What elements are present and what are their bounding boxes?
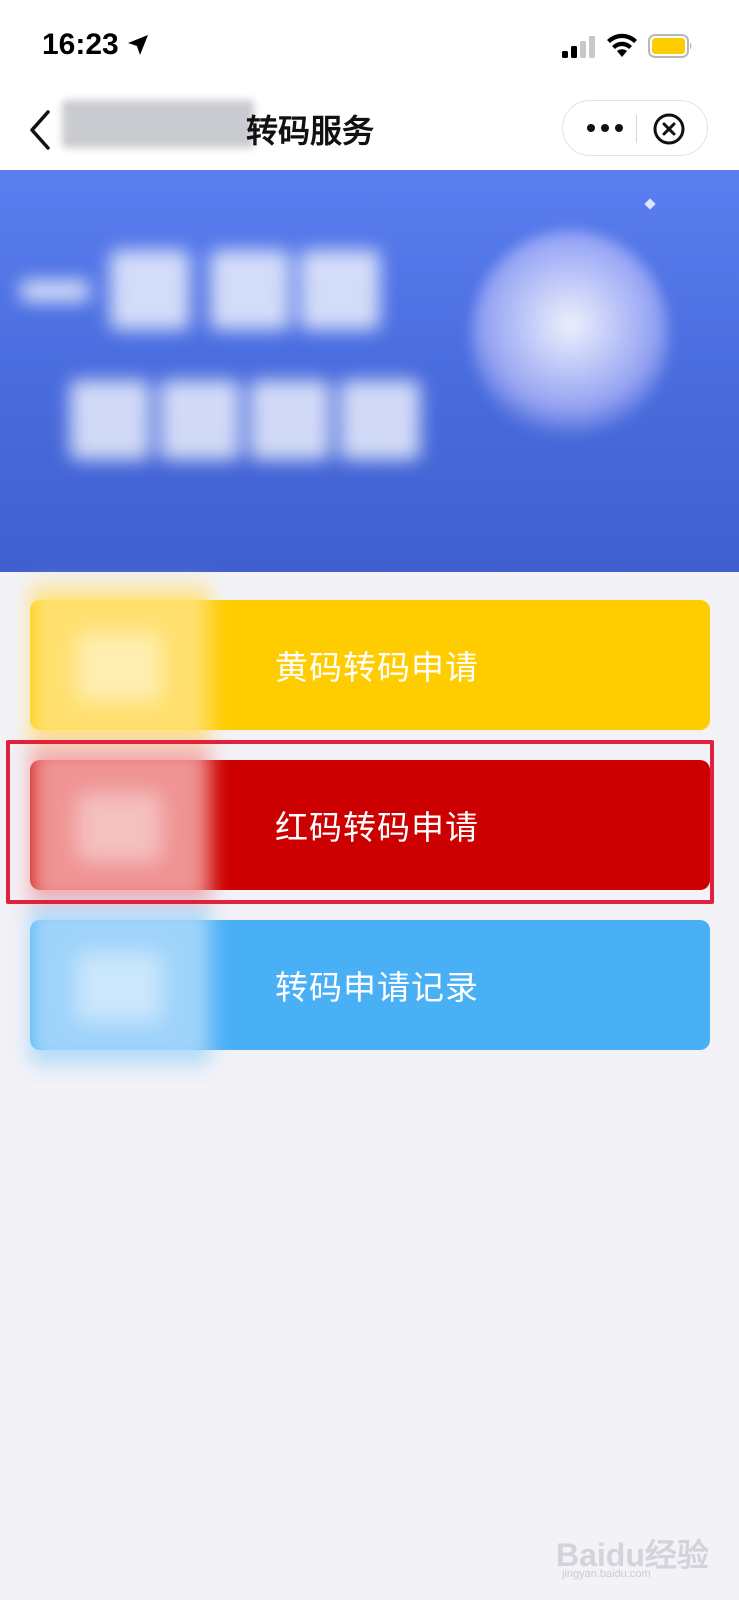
- wifi-icon: [607, 33, 637, 57]
- capsule-divider: [636, 115, 637, 143]
- close-icon[interactable]: [651, 111, 687, 147]
- back-icon[interactable]: [26, 106, 56, 154]
- action-row-yellow: 黄码转码申请: [30, 586, 710, 744]
- banner-emblem: [470, 230, 670, 440]
- page-title: 转码服务: [246, 112, 375, 150]
- nav-bar: 转码服务: [0, 90, 739, 170]
- miniapp-capsule: [562, 100, 708, 156]
- records-icon: [30, 906, 210, 1064]
- watermark-url: jingyan.baidu.com: [562, 1568, 651, 1580]
- signal-icon: [562, 36, 595, 58]
- promo-banner: [0, 170, 739, 572]
- redacted-title-prefix: [62, 100, 254, 148]
- location-arrow-icon: [128, 35, 148, 55]
- highlight-annotation-box: [6, 740, 714, 904]
- action-row-records: 转码申请记录: [30, 906, 710, 1064]
- status-bar: 16:23: [0, 0, 739, 90]
- yellow-code-icon: [30, 586, 210, 744]
- status-time: 16:23: [42, 28, 119, 61]
- baidu-watermark: Baidu经验 jingyan.baidu.com: [556, 1520, 726, 1582]
- battery-icon: [648, 34, 692, 58]
- more-icon[interactable]: [583, 115, 627, 141]
